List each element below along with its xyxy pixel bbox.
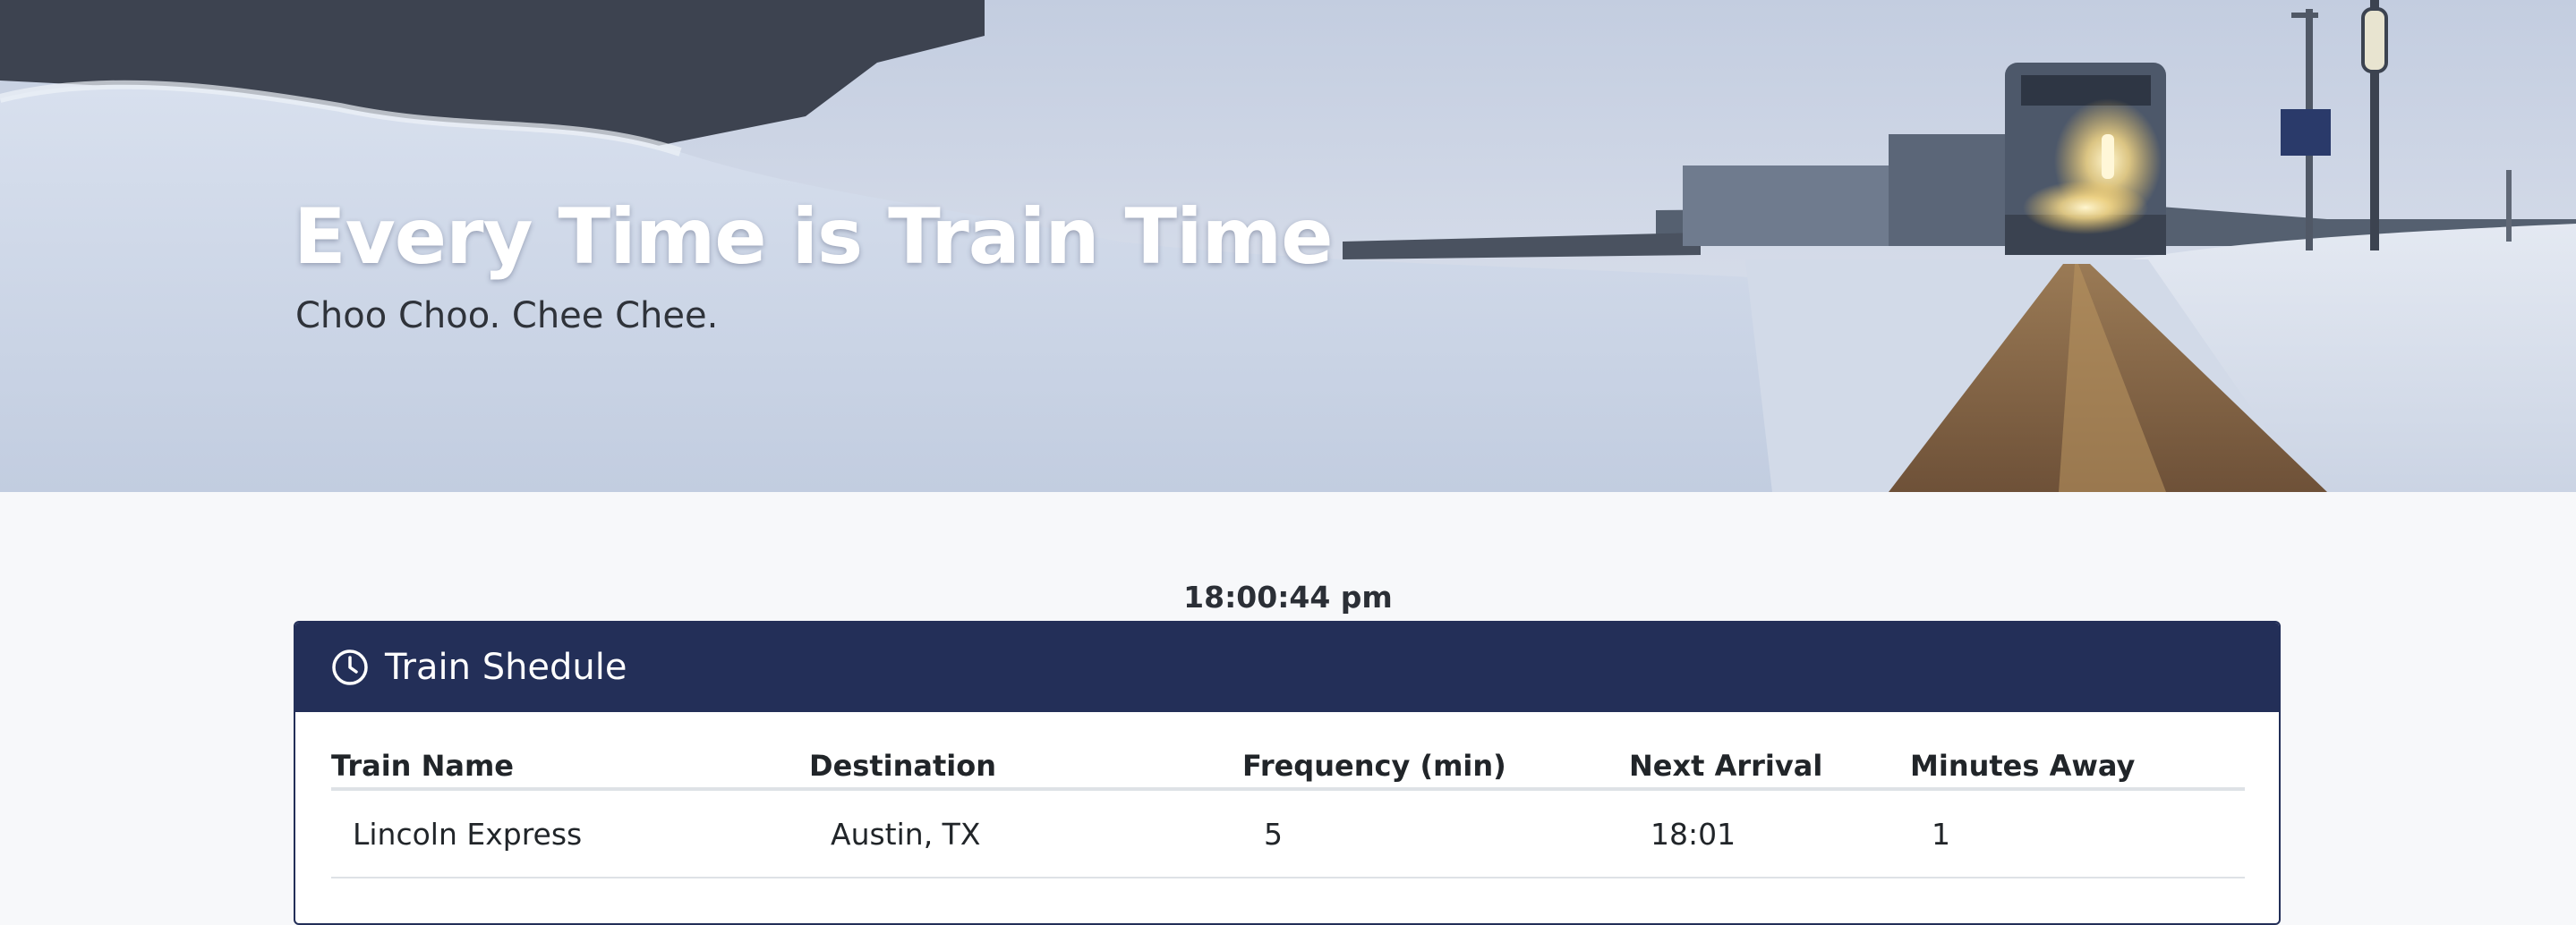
- schedule-table: Train Name Destination Frequency (min) N…: [331, 744, 2245, 878]
- column-header-frequency: Frequency (min): [1242, 749, 1506, 783]
- cell-train-name: Lincoln Express: [353, 816, 583, 852]
- schedule-card-header: Train Shedule: [295, 623, 2279, 712]
- cell-next-arrival: 18:01: [1651, 816, 1736, 852]
- cell-frequency: 5: [1264, 816, 1283, 852]
- hero-subtitle: Choo Choo. Chee Chee.: [295, 295, 719, 336]
- column-header-minutes-away: Minutes Away: [1910, 749, 2136, 783]
- column-header-next-arrival: Next Arrival: [1629, 749, 1823, 783]
- hero-banner: Every Time is Train Time Choo Choo. Chee…: [0, 0, 2576, 492]
- schedule-title: Train Shedule: [385, 647, 627, 688]
- clock-icon: [332, 649, 368, 685]
- cell-minutes-away: 1: [1932, 816, 1950, 852]
- table-row: Lincoln Express Austin, TX 5 18:01 1: [331, 791, 2245, 878]
- hero-title: Every Time is Train Time: [294, 192, 1334, 282]
- table-header: Train Name Destination Frequency (min) N…: [331, 744, 2245, 791]
- column-header-destination: Destination: [809, 749, 996, 783]
- cell-destination: Austin, TX: [831, 816, 981, 852]
- current-time: 18:00:44 pm: [1183, 580, 1393, 615]
- schedule-card: Train Shedule Train Name Destination Fre…: [294, 621, 2281, 925]
- column-header-train-name: Train Name: [331, 749, 514, 783]
